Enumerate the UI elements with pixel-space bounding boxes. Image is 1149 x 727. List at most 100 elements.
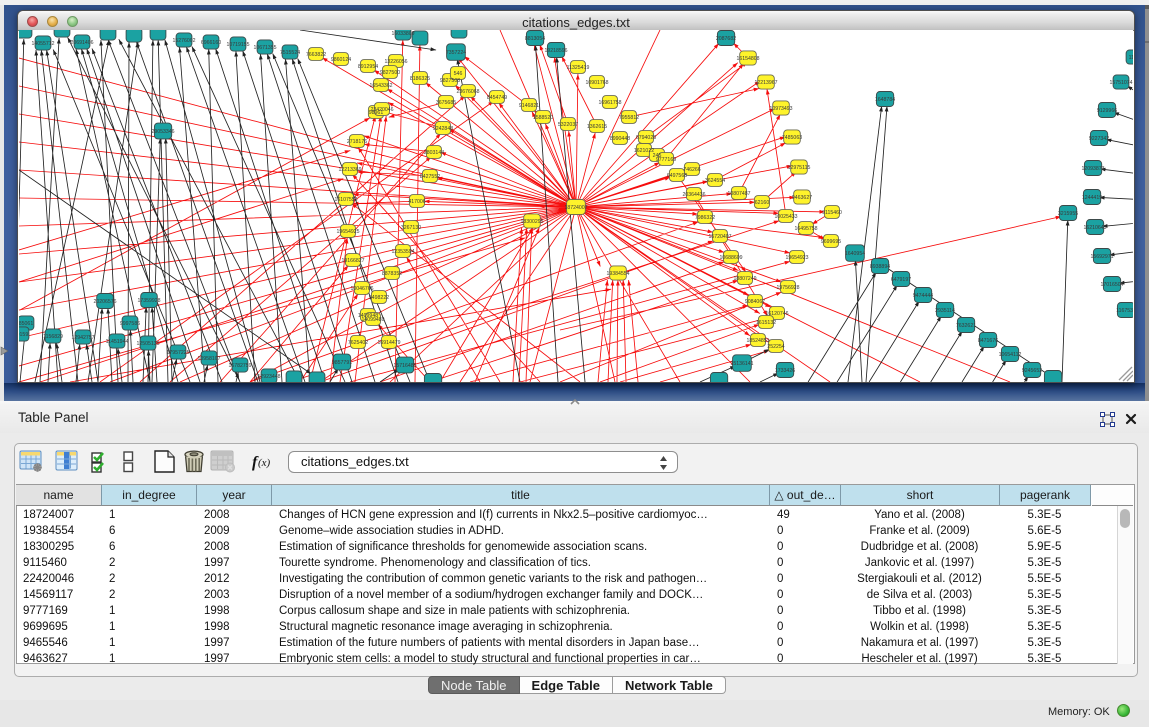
svg-text:16914479: 16914479 [377,340,400,346]
svg-text:9227342: 9227342 [1089,136,1109,142]
svg-text:15751074: 15751074 [1109,80,1132,86]
svg-text:2803144: 2803144 [424,150,444,156]
svg-text:6966160: 6966160 [201,40,221,46]
svg-text:9777169: 9777169 [656,157,676,163]
svg-text:7986322: 7986322 [695,215,715,221]
svg-text:7515524: 7515524 [280,50,300,56]
svg-text:9699695: 9699695 [821,239,841,245]
svg-text:12975115: 12975115 [788,165,811,171]
svg-text:20691406: 20691406 [70,40,93,46]
svg-text:9242848: 9242848 [433,126,453,132]
svg-text:12923448: 12923448 [257,374,280,380]
svg-text:19384554: 19384554 [606,271,629,277]
svg-text:99159: 99159 [19,332,28,338]
svg-text:9857791: 9857791 [332,360,352,366]
svg-text:10046766: 10046766 [350,286,373,292]
svg-text:1615132: 1615132 [756,320,776,326]
svg-text:9827500: 9827500 [380,70,400,76]
svg-text:16120746: 16120746 [765,311,788,317]
svg-text:18724007: 18724007 [564,205,587,211]
svg-text:546: 546 [454,71,463,77]
svg-text:8878352: 8878352 [382,271,402,277]
svg-text:9827508: 9827508 [440,78,460,84]
svg-text:19654923: 19654923 [785,255,808,261]
svg-text:20364436: 20364436 [682,192,705,198]
svg-text:16543362: 16543362 [369,83,392,89]
svg-text:10973493: 10973493 [769,106,792,112]
svg-text:18300295: 18300295 [520,219,543,225]
svg-text:13226056: 13226056 [384,59,407,65]
svg-text:12942757: 12942757 [71,335,94,341]
svg-text:6794028: 6794028 [636,135,656,141]
svg-text:10807487: 10807487 [727,191,750,197]
svg-text:17359928: 17359928 [137,298,160,304]
svg-text:1640954: 1640954 [845,251,865,257]
svg-text:9245652: 9245652 [1022,368,1042,374]
svg-text:252254: 252254 [767,344,784,350]
svg-text:1621022: 1621022 [634,148,654,154]
svg-text:15136141: 15136141 [730,361,753,367]
svg-text:14055712: 14055712 [31,41,54,47]
svg-text:12093873: 12093873 [1081,166,1104,172]
svg-text:3267130: 3267130 [401,225,421,231]
svg-text:1112: 1112 [1129,55,1133,61]
svg-text:2935114: 2935114 [935,308,955,314]
svg-text:10719155: 10719155 [226,42,249,48]
svg-text:1362615: 1362615 [587,124,607,130]
svg-text:1167531: 1167531 [1116,308,1133,314]
svg-text:23420046: 23420046 [370,107,393,113]
svg-text:2087682: 2087682 [716,36,736,42]
svg-text:16154808: 16154808 [736,56,759,62]
svg-text:15716485: 15716485 [393,363,416,369]
svg-text:8990448: 8990448 [610,136,630,142]
svg-text:9146821: 9146821 [519,103,539,109]
svg-text:9084067: 9084067 [745,299,765,305]
svg-text:19166827: 19166827 [341,258,364,264]
svg-text:19756928: 19756928 [776,285,799,291]
svg-text:16495758: 16495758 [794,226,817,232]
svg-text:11325419: 11325419 [567,65,590,71]
svg-text:12353594: 12353594 [391,249,414,255]
svg-text:7485063: 7485063 [782,135,802,141]
svg-text:1156829: 1156829 [43,334,63,340]
svg-text:8186325: 8186325 [410,76,430,82]
svg-text:8427552: 8427552 [420,174,440,180]
svg-text:10688609: 10688609 [719,255,742,261]
svg-text:12505135: 12505135 [136,341,159,347]
svg-text:10958107: 10958107 [197,356,220,362]
svg-text:1648784: 1648784 [875,97,895,103]
svg-text:16782759: 16782759 [228,363,251,369]
svg-text:1588520: 1588520 [533,115,553,121]
svg-text:9860124: 9860124 [331,57,351,63]
svg-text:15692971: 15692971 [1090,254,1113,260]
svg-text:10901768: 10901768 [585,80,608,86]
svg-text:5322037: 5322037 [558,122,578,128]
svg-text:11451944: 11451944 [106,339,129,345]
svg-text:18807249: 18807249 [733,276,756,282]
svg-text:3675685: 3675685 [436,100,456,106]
svg-text:14099489: 14099489 [361,317,384,323]
svg-text:10654112: 10654112 [999,352,1022,358]
svg-text:9115460: 9115460 [822,210,842,216]
svg-text:6497568: 6497568 [667,173,687,179]
svg-text:17016504: 17016504 [1100,282,1123,288]
svg-text:19654925: 19654925 [336,229,359,235]
svg-text:(x): (x) [258,457,271,469]
svg-text:7663822: 7663822 [306,52,326,58]
svg-text:85061: 85061 [19,321,33,327]
svg-text:7357224: 7357224 [446,50,466,56]
svg-text:6479197: 6479197 [891,277,911,283]
svg-text:29053346: 29053346 [151,129,174,135]
svg-text:19218596: 19218596 [544,48,567,54]
svg-text:12213369: 12213369 [338,167,361,173]
svg-text:9129966: 9129966 [1097,108,1117,114]
svg-text:23676068: 23676068 [456,89,479,95]
svg-text:18524851: 18524851 [746,338,769,344]
svg-text:15276002: 15276002 [172,38,195,44]
svg-text:10671355: 10671355 [253,45,276,51]
svg-text:1244419: 1244419 [1082,195,1102,201]
svg-text:3624554: 3624554 [705,178,725,184]
svg-text:20206576: 20206576 [93,299,116,305]
svg-text:7625402: 7625402 [348,340,368,346]
svg-text:9474444: 9474444 [913,293,933,299]
